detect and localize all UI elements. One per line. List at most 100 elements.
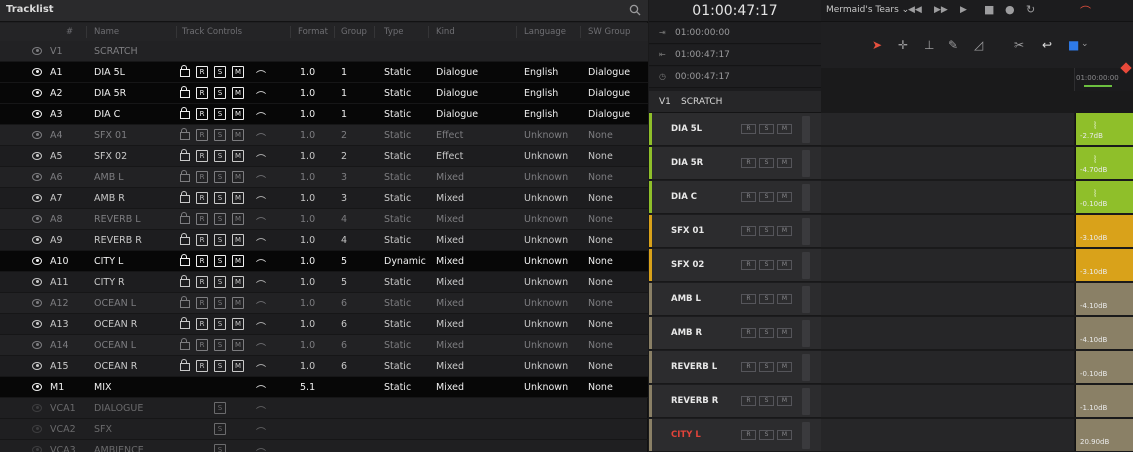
- table-row[interactable]: VCA1 DIALOGUE S ⌒: [0, 398, 648, 419]
- track-header[interactable]: DIA 5L R S M: [649, 113, 821, 146]
- lock-icon[interactable]: [180, 275, 190, 287]
- record-arm-button[interactable]: R: [741, 192, 756, 202]
- audio-clip[interactable]: 20.90dB: [1075, 419, 1133, 451]
- solo-button[interactable]: S: [214, 234, 226, 246]
- table-row[interactable]: A6 AMB L 1.0 3 Static Mixed Unknown None R S M ⌒: [0, 167, 648, 188]
- solo-button[interactable]: S: [759, 192, 774, 202]
- eye-icon[interactable]: [32, 110, 42, 118]
- table-row[interactable]: V1 SCRATCH: [0, 41, 648, 62]
- automation-icon[interactable]: ⌒: [256, 424, 266, 439]
- record-arm-button[interactable]: R: [196, 276, 208, 288]
- eye-icon[interactable]: [32, 383, 42, 391]
- solo-button[interactable]: S: [214, 192, 226, 204]
- solo-button[interactable]: S: [214, 297, 226, 309]
- selection-tool-icon[interactable]: ➤: [872, 38, 882, 52]
- solo-button[interactable]: S: [759, 158, 774, 168]
- table-row[interactable]: VCA2 SFX S ⌒: [0, 419, 648, 440]
- timeline-lane[interactable]: [821, 385, 1074, 418]
- in-point-row[interactable]: ⇥ 01:00:00:00: [649, 23, 821, 44]
- timeline-lane[interactable]: [821, 113, 1074, 146]
- table-row[interactable]: A13 OCEAN R 1.0 6 Static Mixed Unknown None R S M ⌒: [0, 314, 648, 335]
- record-arm-button[interactable]: R: [196, 108, 208, 120]
- automation-icon[interactable]: ⌒: [256, 193, 266, 208]
- lock-icon[interactable]: [180, 233, 190, 245]
- eye-icon[interactable]: [32, 194, 42, 202]
- timeline-lane[interactable]: [821, 249, 1074, 282]
- audio-clip[interactable]: -4.70dB ⦚: [1075, 147, 1133, 179]
- solo-button[interactable]: S: [214, 108, 226, 120]
- table-row[interactable]: A12 OCEAN L 1.0 6 Static Mixed Unknown None R S M ⌒: [0, 293, 648, 314]
- eye-icon[interactable]: [32, 47, 42, 55]
- lock-icon[interactable]: [180, 65, 190, 77]
- lock-icon[interactable]: [180, 317, 190, 329]
- mute-button[interactable]: M: [777, 124, 792, 134]
- mute-button[interactable]: M: [777, 226, 792, 236]
- mute-button[interactable]: M: [777, 192, 792, 202]
- automation-icon[interactable]: ⌒: [256, 277, 266, 292]
- duration-row[interactable]: ◷ 00:00:47:17: [649, 67, 821, 88]
- eye-icon[interactable]: [32, 215, 42, 223]
- track-header[interactable]: AMB R RSM: [649, 317, 821, 350]
- trim-tool-icon[interactable]: ⊥: [924, 38, 934, 52]
- automation-icon[interactable]: ⌒: [256, 319, 266, 334]
- solo-button[interactable]: S: [759, 294, 774, 304]
- record-arm-button[interactable]: R: [196, 150, 208, 162]
- column-header-name[interactable]: Name: [94, 27, 119, 37]
- solo-button[interactable]: S: [214, 171, 226, 183]
- solo-button[interactable]: S: [759, 124, 774, 134]
- solo-button[interactable]: S: [214, 276, 226, 288]
- pencil-tool-icon[interactable]: ✎: [948, 38, 958, 52]
- lock-icon[interactable]: [180, 149, 190, 161]
- timeline-lane[interactable]: [821, 351, 1074, 384]
- table-row[interactable]: A5 SFX 02 1.0 2 Static Effect Unknown None R S M ⌒: [0, 146, 648, 167]
- mute-button[interactable]: M: [777, 396, 792, 406]
- mute-button[interactable]: M: [232, 276, 244, 288]
- record-arm-button[interactable]: R: [741, 328, 756, 338]
- record-arm-button[interactable]: R: [196, 339, 208, 351]
- main-timecode[interactable]: 01:00:47:17: [649, 0, 821, 22]
- eye-icon[interactable]: [32, 236, 42, 244]
- fade-tool-icon[interactable]: ◿: [974, 38, 983, 52]
- eye-icon[interactable]: [32, 173, 42, 181]
- automation-icon[interactable]: ⌒: [256, 67, 266, 82]
- mute-button[interactable]: M: [777, 430, 792, 440]
- track-header[interactable]: CITY L RSM: [649, 419, 821, 452]
- column-header-kind[interactable]: Kind: [436, 27, 455, 37]
- audio-clip[interactable]: -0.10dB ⦚: [1075, 181, 1133, 213]
- fast-forward-icon[interactable]: ▶▶: [934, 5, 948, 15]
- column-header-group[interactable]: Group: [341, 27, 367, 37]
- record-arm-button[interactable]: R: [196, 129, 208, 141]
- record-arm-button[interactable]: R: [196, 66, 208, 78]
- table-row[interactable]: A2 DIA 5R 1.0 1 Static Dialogue English Dialogu…: [0, 83, 648, 104]
- solo-button[interactable]: S: [759, 260, 774, 270]
- audio-clip[interactable]: -1.10dB: [1075, 385, 1133, 417]
- range-tool-icon[interactable]: ✛: [898, 38, 908, 52]
- record-arm-button[interactable]: R: [196, 234, 208, 246]
- lock-icon[interactable]: [180, 338, 190, 350]
- mute-button[interactable]: M: [232, 192, 244, 204]
- lock-icon[interactable]: [180, 170, 190, 182]
- table-row[interactable]: A8 REVERB L 1.0 4 Static Mixed Unknown None R S M ⌒: [0, 209, 648, 230]
- mute-button[interactable]: M: [232, 297, 244, 309]
- lock-icon[interactable]: [180, 128, 190, 140]
- automation-icon[interactable]: ⌒: [256, 382, 266, 397]
- track-header[interactable]: REVERB L RSM: [649, 351, 821, 384]
- timeline-lane[interactable]: [821, 419, 1074, 452]
- solo-button[interactable]: S: [214, 255, 226, 267]
- lock-icon[interactable]: [180, 191, 190, 203]
- solo-button[interactable]: S: [214, 360, 226, 372]
- mute-button[interactable]: M: [232, 318, 244, 330]
- solo-button[interactable]: S: [214, 339, 226, 351]
- automation-icon[interactable]: ⌒: [256, 151, 266, 166]
- table-row[interactable]: M1 MIX 5.1 Static Mixed Unknown None ⌒: [0, 377, 648, 398]
- search-icon[interactable]: [628, 3, 642, 17]
- automation-icon[interactable]: ⌒: [256, 214, 266, 229]
- flag-icon[interactable]: ■: [1068, 38, 1079, 52]
- mute-button[interactable]: M: [232, 108, 244, 120]
- audio-clip[interactable]: -0.10dB: [1075, 351, 1133, 383]
- lock-icon[interactable]: [180, 359, 190, 371]
- record-arm-button[interactable]: R: [196, 192, 208, 204]
- record-arm-button[interactable]: R: [196, 87, 208, 99]
- table-row[interactable]: VCA3 AMBIENCE S ⌒: [0, 440, 648, 452]
- track-header[interactable]: SFX 01 R S M: [649, 215, 821, 248]
